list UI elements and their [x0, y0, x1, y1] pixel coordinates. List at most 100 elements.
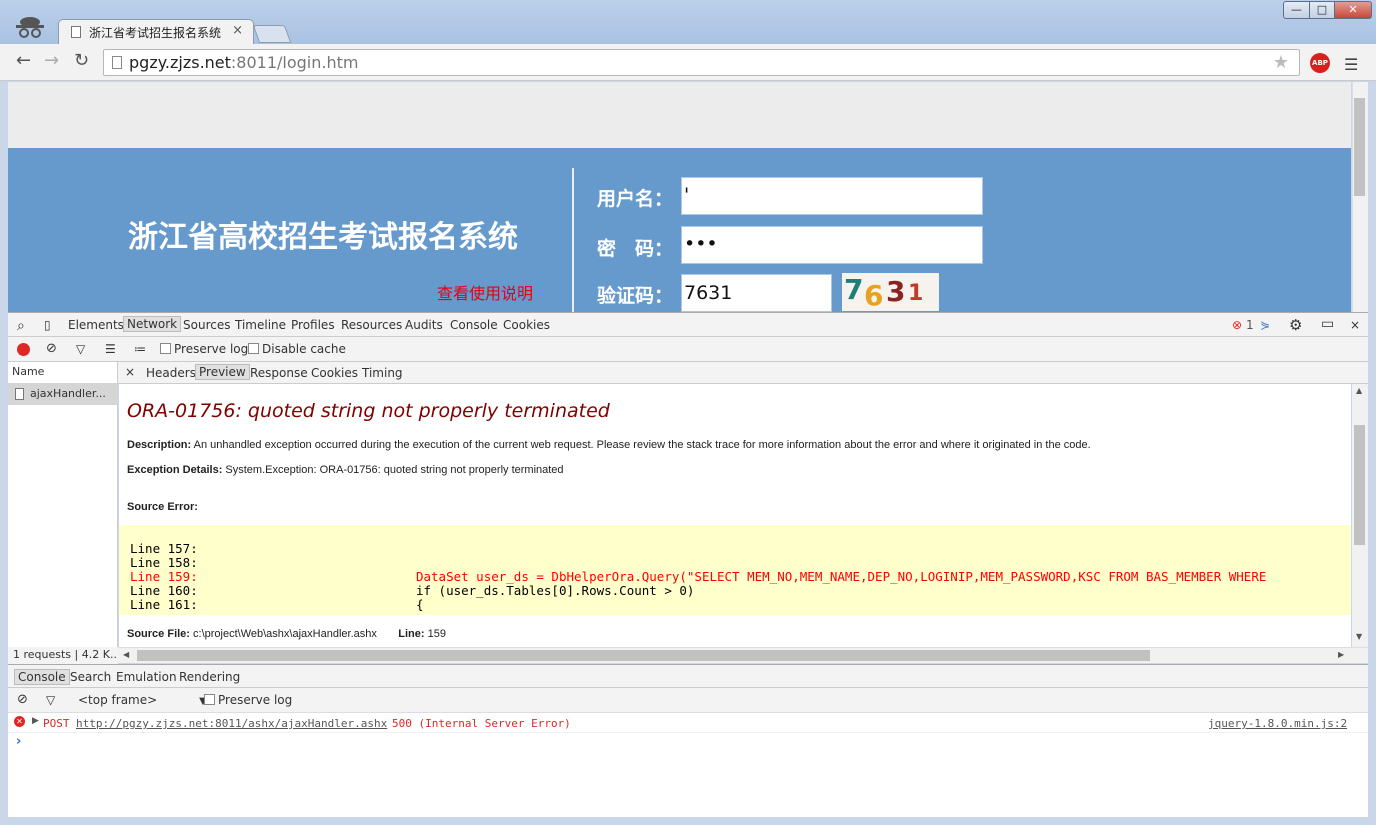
help-link[interactable]: 查看使用说明 [437, 280, 533, 304]
tab-cookies[interactable]: Cookies [311, 366, 358, 380]
tab-network[interactable]: Network [123, 316, 182, 332]
minimize-button[interactable]: — [1283, 1, 1310, 19]
tab-title: 浙江省考试招生报名系统 [89, 26, 222, 40]
log-url-link[interactable]: http://pgzy.zjzs.net:8011/ashx/ajaxHandl… [76, 717, 387, 730]
menu-icon[interactable]: ☰ [1344, 55, 1358, 74]
network-toolbar: ⊘ ▽ ☰ ≔ Preserve log Disable cache [8, 337, 1368, 362]
console-drawer-icon[interactable]: ⋟ [1260, 318, 1270, 332]
url-host: pgzy.zjzs.net [129, 53, 231, 72]
log-status: 500 (Internal Server Error) [392, 717, 571, 730]
bookmark-star-icon[interactable]: ★ [1273, 52, 1289, 73]
url-path: :8011/login.htm [230, 53, 359, 72]
code-line: Line 160: if (user_ds.Tables[0].Rows.Cou… [130, 583, 695, 598]
address-bar[interactable]: pgzy.zjzs.net:8011/login.htm ★ [103, 49, 1300, 76]
drawer-tab-rendering[interactable]: Rendering [179, 670, 240, 684]
tab-profiles[interactable]: Profiles [291, 318, 335, 332]
expand-triangle-icon[interactable]: ▶ [32, 716, 39, 726]
console-prompt[interactable]: › [16, 734, 21, 749]
waterfall-icon[interactable]: ≔ [134, 342, 146, 356]
horizontal-scrollbar-thumb[interactable] [137, 650, 1150, 661]
name-header[interactable]: Name [12, 365, 44, 378]
filter-icon[interactable]: ▽ [46, 693, 55, 707]
system-title: 浙江省高校招生考试报名系统 [128, 220, 518, 255]
tab-timing[interactable]: Timing [362, 366, 403, 380]
tab-elements[interactable]: Elements [68, 318, 124, 332]
console-preserve-log-checkbox[interactable]: Preserve log [204, 693, 292, 707]
error-icon[interactable]: ⊗ [1232, 318, 1242, 332]
window-frame-bottom [0, 817, 1376, 825]
code-line: Line 161: { [130, 597, 424, 612]
exception-label: Exception Details: [127, 464, 223, 476]
username-input[interactable]: ' [681, 177, 983, 215]
frame-select[interactable]: <top frame>▼ [78, 693, 207, 707]
adblock-icon[interactable]: ABP [1310, 53, 1330, 73]
back-arrow-icon[interactable]: ← [16, 50, 31, 71]
source-file-line: Source File: c:\project\Web\ashx\ajaxHan… [127, 628, 446, 640]
description-text: An unhandled exception occurred during t… [191, 439, 1091, 451]
new-tab-button[interactable] [252, 25, 292, 43]
list-view-icon[interactable]: ☰ [105, 342, 116, 356]
url-text[interactable]: pgzy.zjzs.net:8011/login.htm [129, 53, 358, 72]
code-line: Line 157: [130, 541, 198, 556]
drawer-tab-search[interactable]: Search [70, 670, 111, 684]
tab-preview[interactable]: Preview [195, 364, 250, 380]
tab-headers[interactable]: Headers [146, 366, 196, 380]
drawer-tab-emulation[interactable]: Emulation [116, 670, 177, 684]
console-error-row[interactable]: ✕ ▶ POST http://pgzy.zjzs.net:8011/ashx/… [8, 713, 1368, 733]
scroll-up-icon[interactable]: ▲ [1356, 386, 1362, 395]
browser-tab[interactable]: 浙江省考试招生报名系统 × [58, 19, 254, 44]
disable-cache-checkbox[interactable]: Disable cache [248, 342, 346, 356]
dock-icon[interactable]: ▭ [1321, 316, 1334, 332]
filter-icon[interactable]: ▽ [76, 342, 85, 356]
record-button[interactable] [17, 343, 30, 356]
scroll-left-icon[interactable]: ◀ [123, 650, 129, 659]
reload-icon[interactable]: ↻ [74, 50, 89, 71]
clear-icon[interactable]: ⊘ [46, 341, 57, 356]
scroll-down-icon[interactable]: ▼ [1356, 632, 1362, 641]
tab-audits[interactable]: Audits [405, 318, 443, 332]
search-icon[interactable]: ⌕ [17, 318, 25, 334]
clear-console-icon[interactable]: ⊘ [17, 692, 28, 707]
network-summary: 1 requests | 4.2 K... [8, 647, 118, 664]
password-input[interactable]: ••• [681, 226, 983, 264]
tab-console[interactable]: Console [450, 318, 498, 332]
maximize-button[interactable]: □ [1309, 1, 1335, 19]
page-scrollbar-thumb[interactable] [1354, 98, 1365, 196]
exception-text: System.Exception: ORA-01756: quoted stri… [222, 464, 564, 476]
captcha-digit: 3 [886, 275, 906, 308]
log-method: POST [43, 717, 70, 730]
tab-sources[interactable]: Sources [183, 318, 230, 332]
line-value: 159 [424, 628, 446, 640]
captcha-image[interactable]: 7 6 3 1 [842, 273, 939, 312]
drawer-tab-console[interactable]: Console [14, 669, 70, 685]
error-icon: ✕ [14, 716, 25, 727]
close-icon[interactable]: × [125, 365, 135, 379]
source-file-value: c:\project\Web\ashx\ajaxHandler.ashx [189, 628, 377, 640]
tab-close-icon[interactable]: × [232, 23, 243, 38]
tab-cookies[interactable]: Cookies [503, 318, 550, 332]
captcha-input[interactable]: 7631 [681, 274, 832, 312]
description-line: Description: An unhandled exception occu… [127, 439, 1091, 451]
log-source-link[interactable]: jquery-1.8.0.min.js:2 [1208, 717, 1347, 730]
line-label: Line: [398, 628, 425, 640]
tab-response[interactable]: Response [250, 366, 308, 380]
error-count: 1 [1246, 318, 1254, 332]
password-label: 密 码： [597, 238, 674, 260]
disable-cache-label: Disable cache [262, 342, 346, 356]
description-label: Description: [127, 439, 192, 451]
captcha-digit: 1 [908, 281, 924, 306]
source-error-label: Source Error: [127, 501, 198, 513]
tab-resources[interactable]: Resources [341, 318, 402, 332]
device-icon[interactable]: ▯ [44, 318, 51, 332]
tab-timeline[interactable]: Timeline [235, 318, 286, 332]
close-window-button[interactable]: ✕ [1334, 1, 1372, 19]
settings-gear-icon[interactable]: ⚙ [1289, 316, 1302, 334]
request-row[interactable]: ajaxHandler... [8, 383, 118, 405]
code-line: Line 158: [130, 555, 198, 570]
preserve-log-checkbox[interactable]: Preserve log [160, 342, 248, 356]
preview-scrollbar-thumb[interactable] [1354, 425, 1365, 545]
forward-arrow-icon[interactable]: → [44, 50, 59, 71]
error-title: ORA-01756: quoted string not properly te… [127, 400, 610, 422]
scroll-right-icon[interactable]: ▶ [1338, 650, 1344, 659]
close-devtools-icon[interactable]: × [1350, 318, 1360, 332]
